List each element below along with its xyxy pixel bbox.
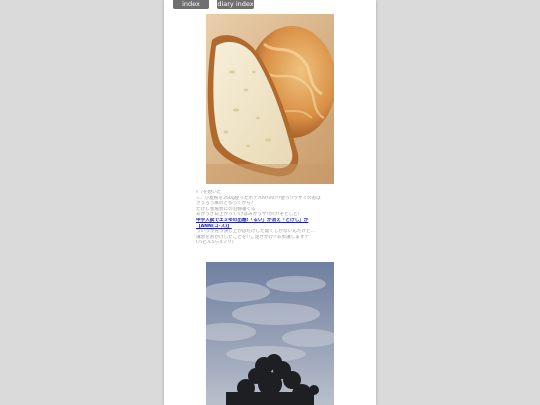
- index-button[interactable]: index: [173, 0, 209, 9]
- bread-photo: [206, 14, 334, 184]
- entry-text-top: ﾊﾟﾝを焼いた ☆、小麦粉を250g使ったホテ?09?00!!?使っ!!ラサイの…: [196, 190, 344, 246]
- sky-photo: [206, 262, 334, 405]
- top-nav: index diary index: [173, 0, 254, 9]
- entry-line: (バビル5ら)(プリ): [196, 240, 234, 246]
- diary-index-button[interactable]: diary index: [217, 0, 254, 9]
